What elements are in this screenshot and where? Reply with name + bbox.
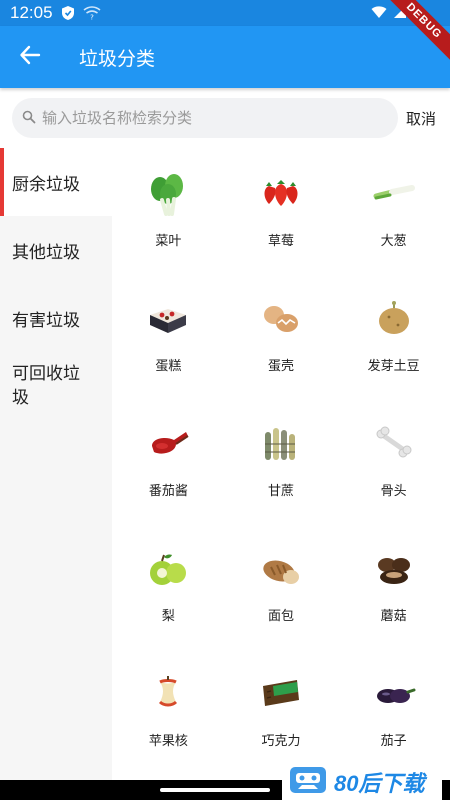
leafy-greens-icon [146,172,190,216]
eggplant-icon [372,672,416,716]
cancel-button[interactable]: 取消 [406,108,436,129]
item-label: 草莓 [267,234,294,249]
sidebar-item-hazardous-waste[interactable]: 有害垃圾 [0,284,112,352]
debug-label: DEBUG [390,0,450,60]
item-label: 蛋糕 [155,359,182,374]
item-label: 发芽土豆 [367,359,420,374]
svg-text:?: ? [90,14,94,21]
grid-item[interactable]: 蛋糕 [112,273,225,398]
category-sidebar: 厨余垃圾 其他垃圾 有害垃圾 可回收垃圾 [0,148,112,780]
cake-icon [146,297,190,341]
item-label: 茄子 [380,734,407,749]
page-title: 垃圾分类 [79,47,156,70]
apple-core-icon [146,672,190,716]
search-row: 取消 [0,88,450,148]
grid-item[interactable]: 茄子 [337,648,450,773]
grid-item[interactable]: 草莓 [225,148,338,273]
watermark-logo: 80后下载 [282,764,442,800]
pear-icon [146,547,190,591]
bread-icon [259,547,303,591]
scallion-icon [372,172,416,216]
grid-item[interactable]: 蘑菇 [337,523,450,648]
grid-item[interactable]: 发芽土豆 [337,273,450,398]
sidebar-item-kitchen-waste[interactable]: 厨余垃圾 [0,148,112,216]
shield-icon [61,5,75,21]
sidebar-item-recyclable-waste[interactable]: 可回收垃圾 [0,352,112,442]
item-label: 蘑菇 [380,609,407,624]
chocolate-icon [259,672,303,716]
grid-item[interactable]: 菜叶 [112,148,225,273]
item-grid: 菜叶 草莓 大葱 蛋糕 蛋壳 发芽土豆 番茄酱 甘蔗 骨头 梨 面包 蘑菇 苹果… [112,148,450,780]
item-label: 蛋壳 [267,359,294,374]
grid-item[interactable]: 甘蔗 [225,398,338,523]
bone-icon [372,422,416,466]
item-label: 面包 [267,609,294,624]
item-label: 番茄酱 [148,484,188,499]
grid-item[interactable]: 巧克力 [225,648,338,773]
item-label: 梨 [161,609,175,624]
watermark-text: 80后下载 [334,771,425,796]
search-input[interactable] [42,109,372,127]
cassette-icon [288,765,328,799]
wifi-icon [371,4,387,23]
grid-item[interactable]: 苹果核 [112,648,225,773]
strawberry-icon [259,172,303,216]
wifi-question-icon: ? [83,6,101,20]
item-label: 骨头 [380,484,407,499]
sugarcane-icon [259,422,303,466]
debug-banner: DEBUG [390,0,450,60]
search-icon [22,109,36,128]
home-handle[interactable] [160,788,270,792]
eggshell-icon [259,297,303,341]
item-label: 苹果核 [148,734,188,749]
arrow-left-icon [19,44,41,70]
status-time: 12:05 [10,3,53,22]
back-button[interactable] [0,26,60,88]
mushroom-icon [372,547,416,591]
sidebar-item-other-waste[interactable]: 其他垃圾 [0,216,112,284]
item-label: 巧克力 [261,734,301,749]
item-label: 甘蔗 [267,484,294,499]
grid-item[interactable]: 蛋壳 [225,273,338,398]
search-box[interactable] [12,98,398,138]
potato-icon [372,297,416,341]
app-bar: 垃圾分类 [0,26,450,88]
ketchup-icon [146,422,190,466]
grid-item[interactable]: 骨头 [337,398,450,523]
grid-item[interactable]: 梨 [112,523,225,648]
item-label: 大葱 [380,234,407,249]
grid-item[interactable]: 大葱 [337,148,450,273]
status-bar: 12:05 ? [0,0,450,26]
grid-item[interactable]: 面包 [225,523,338,648]
grid-item[interactable]: 番茄酱 [112,398,225,523]
item-label: 菜叶 [155,234,182,249]
